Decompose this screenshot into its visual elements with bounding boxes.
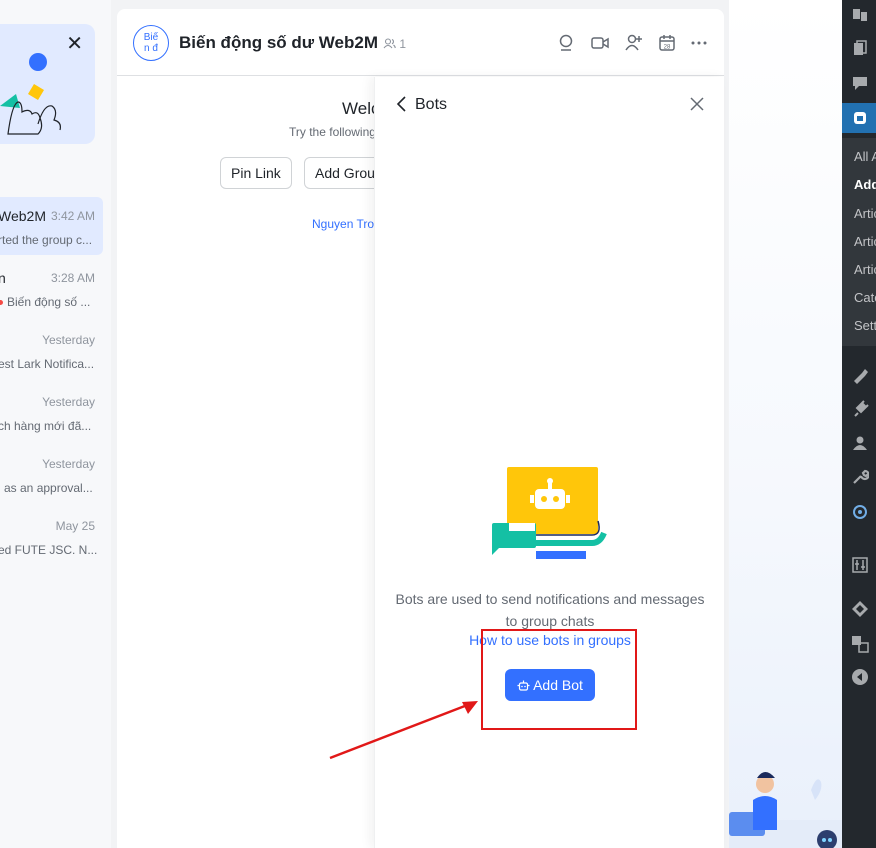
- chat-item-time: 3:28 AM: [50, 271, 95, 285]
- chat-item-preview: rted the group c...: [0, 233, 93, 247]
- wp-pages-icon[interactable]: [851, 40, 869, 58]
- wp-plugins-icon[interactable]: [851, 400, 869, 418]
- chat-list-panel: ✕ Web2M 3:42 AM rted the group c... n 3:…: [0, 0, 111, 848]
- wp-users-icon[interactable]: [851, 434, 869, 452]
- member-count[interactable]: 1: [383, 37, 406, 51]
- video-call-icon[interactable]: [590, 33, 610, 53]
- more-options-icon[interactable]: [689, 33, 709, 53]
- avatar-text-line2: n đ: [144, 43, 158, 54]
- members-icon: [383, 38, 396, 49]
- background-illustration: [729, 772, 842, 848]
- chat-item-name: n: [0, 270, 6, 286]
- chat-list-item[interactable]: Yesterday est Lark Notifica...: [0, 321, 103, 379]
- chat-list-item[interactable]: n 3:28 AM Biến động số ...: [0, 259, 103, 317]
- promo-banner: ✕: [0, 24, 95, 144]
- background-page: [729, 0, 842, 848]
- chat-list-item[interactable]: Yesterday ch hàng mới đã...: [0, 383, 103, 441]
- wp-collapse-icon[interactable]: [851, 668, 869, 686]
- chat-item-preview: est Lark Notifica...: [0, 357, 95, 371]
- wp-knowledgebase-icon[interactable]: [851, 109, 869, 127]
- bots-description: Bots are used to send notifications and …: [395, 591, 705, 629]
- welcome-subtitle: Try the following: [289, 125, 376, 139]
- wp-media-icon[interactable]: [851, 6, 869, 24]
- chat-item-time: Yesterday: [42, 457, 95, 471]
- wp-submenu-item[interactable]: Setti: [854, 318, 876, 333]
- pin-link-button[interactable]: Pin Link: [220, 157, 292, 189]
- bots-panel-title: Bots: [415, 96, 448, 113]
- chat-header: Biế n đ Biến động số dư Web2M 1 28: [117, 9, 724, 76]
- chat-item-name: Web2M: [0, 208, 46, 224]
- member-count-value: 1: [399, 37, 407, 51]
- chat-title[interactable]: Biến động số dư Web2M: [179, 33, 378, 53]
- promo-illustration: [0, 53, 61, 135]
- chat-item-time: Yesterday: [42, 395, 95, 409]
- chat-item-time: Yesterday: [42, 333, 95, 347]
- back-chevron-icon[interactable]: [395, 95, 409, 113]
- svg-text:28: 28: [664, 45, 671, 51]
- wp-submenu-item[interactable]: Artic: [854, 234, 876, 249]
- chat-item-time: May 25: [55, 519, 95, 533]
- unread-dot: [0, 300, 3, 306]
- bot-illustration: [492, 467, 607, 559]
- wp-comments-icon[interactable]: [851, 74, 869, 92]
- calendar-icon[interactable]: 28: [657, 33, 677, 53]
- wp-submenu-item-current[interactable]: Add: [854, 177, 876, 192]
- wp-translate-icon[interactable]: [851, 635, 869, 653]
- wp-appearance-icon[interactable]: [851, 366, 869, 384]
- wp-submenu-item[interactable]: Cate: [854, 290, 876, 305]
- group-avatar[interactable]: Biế n đ: [133, 25, 169, 61]
- wp-diamond-icon[interactable]: [851, 600, 869, 618]
- chat-item-preview: Biến động số ...: [0, 295, 98, 309]
- chat-item-preview-text: Biến động số ...: [7, 295, 91, 309]
- add-member-icon[interactable]: [624, 33, 644, 53]
- wp-submenu-item[interactable]: Artic: [854, 262, 876, 277]
- wp-submenu-item[interactable]: Artic: [854, 206, 876, 221]
- wp-tools-icon[interactable]: [851, 468, 869, 486]
- avatar-text-line1: Biế: [143, 32, 159, 43]
- wp-settings-icon[interactable]: [851, 556, 869, 574]
- chat-item-preview: l as an approval...: [0, 481, 93, 495]
- chat-list-item[interactable]: Web2M 3:42 AM rted the group c...: [0, 197, 103, 255]
- close-icon[interactable]: [690, 97, 704, 111]
- wp-submenu-item[interactable]: All A: [854, 149, 876, 164]
- welcome-user-link[interactable]: Nguyen Tro: [312, 217, 374, 231]
- chat-item-time: 3:42 AM: [50, 209, 95, 223]
- highlight-box: [481, 629, 637, 730]
- search-icon[interactable]: [557, 33, 577, 53]
- pointer-arrow: [329, 701, 478, 760]
- chat-item-preview: ed FUTE JSC. N...: [0, 543, 98, 557]
- chat-list-item[interactable]: May 25 ed FUTE JSC. N...: [0, 507, 103, 565]
- chat-list-item[interactable]: Yesterday l as an approval...: [0, 445, 103, 503]
- chat-item-preview: ch hàng mới đã...: [0, 419, 92, 433]
- wp-sync-icon[interactable]: [851, 503, 869, 521]
- promo-close-icon[interactable]: ✕: [66, 34, 83, 54]
